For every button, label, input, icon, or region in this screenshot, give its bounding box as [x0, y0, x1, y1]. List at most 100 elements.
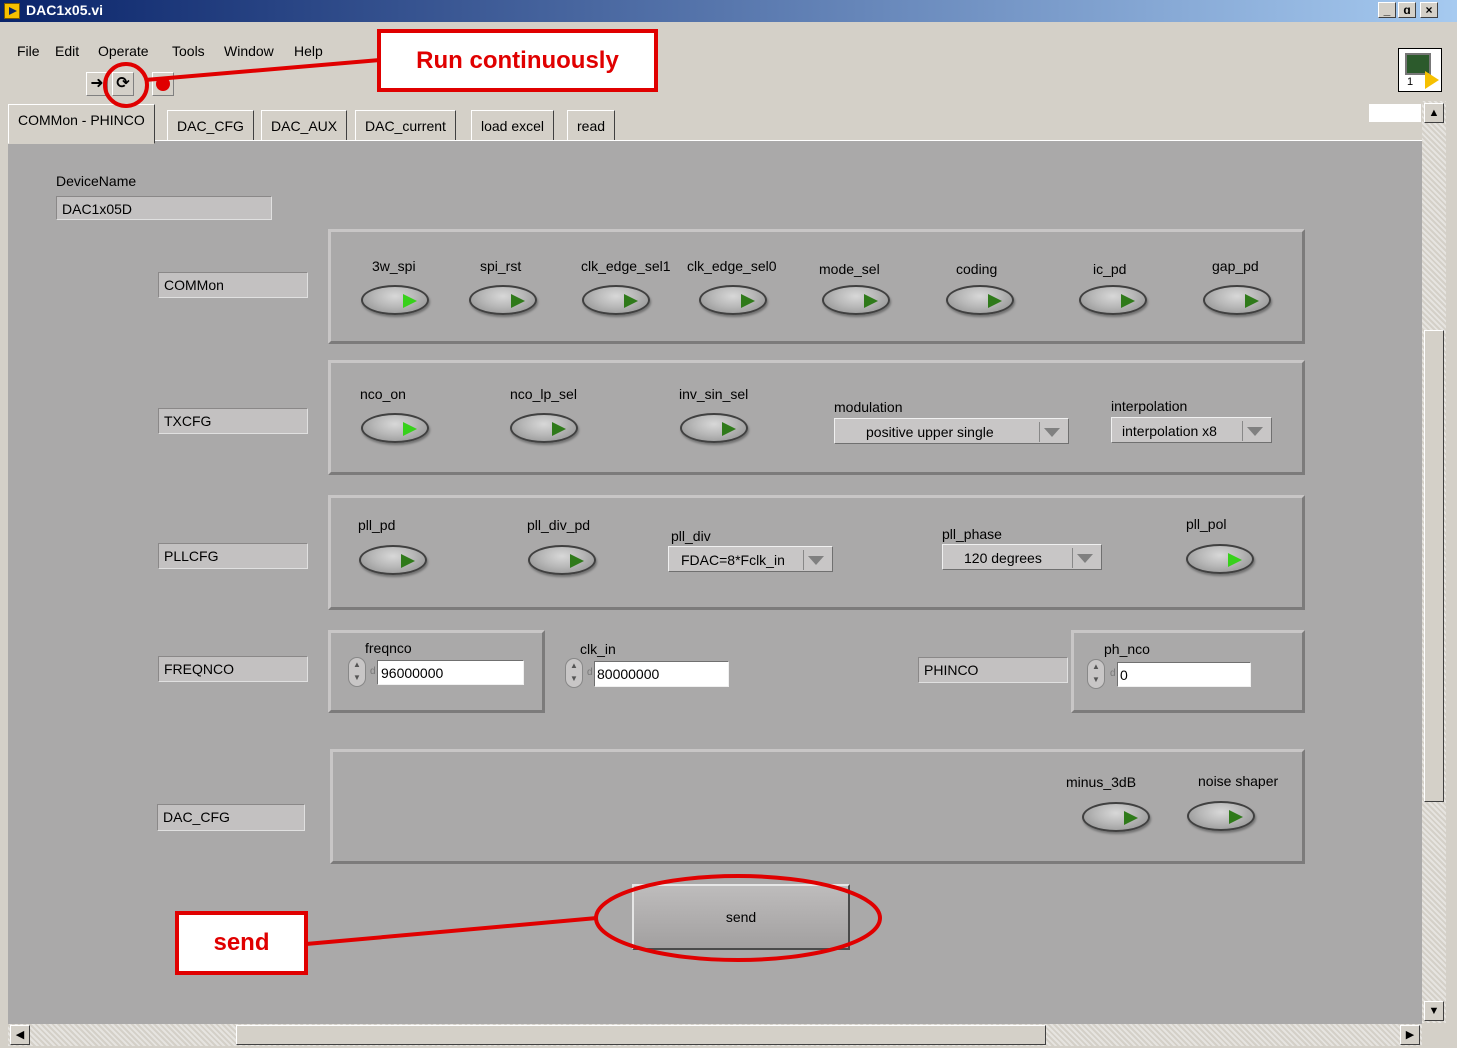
scroll-down-arrow-icon[interactable]: ▼ — [1424, 1001, 1444, 1021]
tab-load-excel[interactable]: load excel — [471, 110, 555, 141]
menu-window[interactable]: Window — [224, 43, 274, 59]
freqnco-name-field[interactable]: FREQNCO — [158, 656, 308, 682]
label-pll-div-pd: pll_div_pd — [527, 517, 591, 533]
device-name-label: DeviceName — [56, 173, 137, 189]
pll-div-dropdown[interactable]: FDAC=8*Fclk_in — [668, 546, 833, 572]
dac-cfg-cluster — [330, 749, 1305, 864]
send-button[interactable]: send — [632, 884, 850, 950]
close-button[interactable]: × — [1420, 2, 1438, 18]
ph-nco-spinner[interactable]: ▲ ▼ — [1087, 659, 1105, 689]
freqnco-input[interactable]: 96000000 — [377, 660, 524, 685]
label-3w-spi: 3w_spi — [372, 258, 416, 274]
label-pll-div: pll_div — [671, 528, 711, 544]
toggle-inv-sin-sel[interactable] — [680, 413, 748, 443]
ph-nco-input[interactable]: 0 — [1117, 662, 1251, 687]
menu-help[interactable]: Help — [294, 43, 323, 59]
abort-stop-icon — [156, 77, 170, 91]
label-nco-on: nco_on — [360, 386, 406, 402]
menu-operate[interactable]: Operate — [98, 43, 149, 59]
pll-div-value: FDAC=8*Fclk_in — [681, 552, 785, 568]
toggle-noise-shaper[interactable] — [1187, 801, 1255, 831]
label-spi-rst: spi_rst — [480, 258, 522, 274]
label-pll-phase: pll_phase — [942, 526, 1002, 542]
tab-dac-current[interactable]: DAC_current — [355, 110, 456, 141]
device-name-field[interactable]: DAC1x05D — [56, 196, 272, 220]
horizontal-scroll-thumb[interactable] — [236, 1025, 1046, 1045]
label-inv-sin-sel: inv_sin_sel — [679, 386, 749, 402]
toggle-minus-3db[interactable] — [1082, 802, 1150, 832]
tab-common-phinco[interactable]: COMMon - PHINCO — [8, 104, 155, 144]
label-interpolation: interpolation — [1111, 398, 1188, 414]
tab-read[interactable]: read — [567, 110, 616, 141]
label-minus-3db: minus_3dB — [1066, 774, 1137, 790]
common-cluster — [328, 229, 1305, 344]
phinco-name-field[interactable]: PHINCO — [918, 657, 1068, 683]
label-freqnco: freqnco — [365, 640, 412, 656]
freqnco-spinner[interactable]: ▲ ▼ — [348, 657, 366, 687]
clk-in-spinner[interactable]: ▲ ▼ — [565, 658, 583, 688]
freqnco-radix: d — [370, 666, 376, 677]
label-mode-sel: mode_sel — [819, 261, 880, 277]
label-modulation: modulation — [834, 399, 903, 415]
label-gap-pd: gap_pd — [1212, 258, 1259, 274]
vi-icon[interactable]: 1 — [1398, 48, 1442, 92]
menu-file[interactable]: File — [17, 43, 40, 59]
common-name-field[interactable]: COMMon — [158, 272, 308, 298]
pll-phase-value: 120 degrees — [964, 550, 1042, 566]
toggle-gap-pd[interactable] — [1203, 285, 1271, 315]
chevron-down-icon — [808, 556, 824, 565]
label-nco-lp-sel: nco_lp_sel — [510, 386, 577, 402]
ph-nco-radix: d — [1110, 668, 1116, 679]
run-button[interactable]: ➜ — [86, 72, 108, 96]
label-clk-edge-sel0: clk_edge_sel0 — [687, 258, 777, 274]
tab-dac-aux[interactable]: DAC_AUX — [261, 110, 348, 141]
run-continuously-callout: Run continuously — [377, 29, 658, 92]
vertical-scroll-thumb[interactable] — [1424, 330, 1444, 802]
run-continuously-pointer-line — [144, 58, 381, 82]
toggle-clk-edge-sel0[interactable] — [699, 285, 767, 315]
dac-cfg-name-field[interactable]: DAC_CFG — [157, 804, 305, 831]
interpolation-dropdown[interactable]: interpolation x8 — [1111, 417, 1272, 443]
label-clk-in: clk_in — [580, 641, 616, 657]
label-noise-shaper: noise shaper — [1198, 773, 1279, 789]
labview-app-icon — [4, 3, 20, 19]
toggle-pll-pd[interactable] — [359, 545, 427, 575]
label-coding: coding — [956, 261, 998, 277]
send-callout: send — [175, 911, 308, 975]
tab-corner-box — [1369, 104, 1421, 122]
toggle-coding[interactable] — [946, 285, 1014, 315]
toggle-nco-lp-sel[interactable] — [510, 413, 578, 443]
scroll-right-arrow-icon[interactable]: ▶ — [1400, 1025, 1420, 1045]
toggle-mode-sel[interactable] — [822, 285, 890, 315]
toggle-pll-div-pd[interactable] — [528, 545, 596, 575]
menu-edit[interactable]: Edit — [55, 43, 79, 59]
toggle-pll-pol[interactable] — [1186, 544, 1254, 574]
toggle-3w-spi[interactable] — [361, 285, 429, 315]
toggle-clk-edge-sel1[interactable] — [582, 285, 650, 315]
toggle-spi-rst[interactable] — [469, 285, 537, 315]
clk-in-input[interactable]: 80000000 — [594, 661, 729, 687]
chevron-down-icon — [1044, 428, 1060, 437]
toggle-ic-pd[interactable] — [1079, 285, 1147, 315]
pll-phase-dropdown[interactable]: 120 degrees — [942, 544, 1102, 570]
minimize-button[interactable]: _ — [1378, 2, 1396, 18]
label-ic-pd: ic_pd — [1093, 261, 1127, 277]
menu-tools[interactable]: Tools — [172, 43, 205, 59]
scroll-up-arrow-icon[interactable]: ▲ — [1424, 103, 1444, 123]
modulation-dropdown[interactable]: positive upper single — [834, 418, 1069, 444]
pllcfg-name-field[interactable]: PLLCFG — [158, 543, 308, 569]
abort-button[interactable] — [152, 72, 174, 96]
run-continuously-button[interactable]: ⟳ — [112, 72, 134, 96]
chevron-down-icon — [1247, 427, 1263, 436]
modulation-value: positive upper single — [866, 424, 994, 440]
title-bar: DAC1x05.vi _ ɑ × — [0, 0, 1457, 22]
scroll-left-arrow-icon[interactable]: ◀ — [10, 1025, 30, 1045]
restore-button[interactable]: ɑ — [1398, 2, 1416, 18]
toggle-nco-on[interactable] — [361, 413, 429, 443]
label-ph-nco: ph_nco — [1104, 641, 1150, 657]
label-clk-edge-sel1: clk_edge_sel1 — [581, 258, 671, 274]
label-pll-pol: pll_pol — [1186, 516, 1227, 532]
txcfg-name-field[interactable]: TXCFG — [158, 408, 308, 434]
tab-dac-cfg[interactable]: DAC_CFG — [167, 110, 254, 141]
label-pll-pd: pll_pd — [358, 517, 396, 533]
